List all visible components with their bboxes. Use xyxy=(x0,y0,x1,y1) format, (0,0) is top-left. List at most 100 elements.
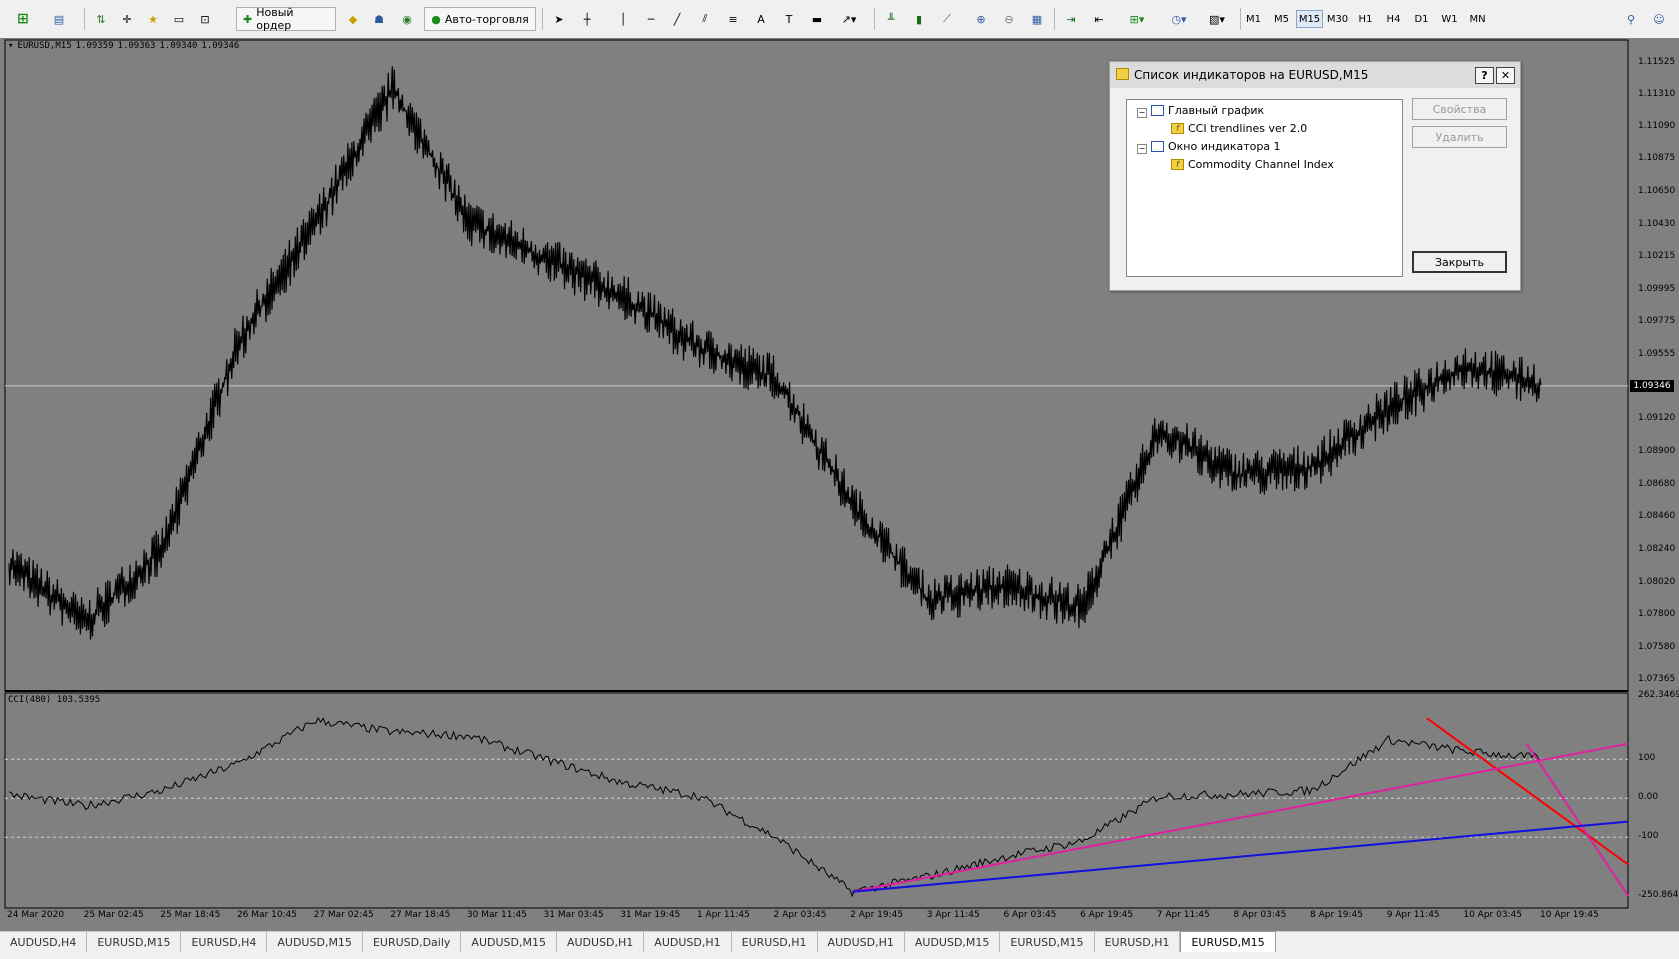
timeframe-m1[interactable]: M1 xyxy=(1240,10,1267,28)
vertical-line-button[interactable]: │ xyxy=(612,7,634,31)
star-icon: ★ xyxy=(148,12,158,26)
price-tick-label: 1.11525 xyxy=(1638,56,1676,67)
label-button[interactable]: ▬ xyxy=(806,7,828,31)
trendline-icon: ╱ xyxy=(673,12,681,26)
terminal-button[interactable]: ▭ xyxy=(168,7,190,31)
price-tick-label: 1.07800 xyxy=(1638,609,1676,620)
templates-button[interactable]: ▧▾ xyxy=(1200,7,1234,31)
chart-tab[interactable]: EURUSD,M15 xyxy=(87,932,182,952)
indicators-tree[interactable]: − Главный график f CCI trendlines ver 2.0… xyxy=(1126,99,1403,277)
new-order-button[interactable]: ✚ Новый ордер xyxy=(236,6,336,32)
market-watch-icon: ⇅ xyxy=(96,12,106,26)
metaeditor-button[interactable]: ◆ xyxy=(342,7,364,31)
bar-chart-button[interactable]: ╨ xyxy=(880,7,902,31)
search-button[interactable]: ⚲ xyxy=(1620,7,1642,31)
chart-shift-button[interactable]: ⇤ xyxy=(1088,7,1110,31)
timeframe-d1[interactable]: D1 xyxy=(1408,10,1435,28)
tile-windows-button[interactable]: ▦ xyxy=(1026,7,1048,31)
chart-tab[interactable]: EURUSD,Daily xyxy=(363,932,462,952)
collapse-icon[interactable]: − xyxy=(1137,108,1147,118)
chart-tab[interactable]: AUDUSD,H1 xyxy=(818,932,905,952)
channel-button[interactable]: ⫽ xyxy=(694,7,716,31)
time-tick-label: 1 Apr 11:45 xyxy=(696,910,750,920)
candle-chart-icon: ▮ xyxy=(915,12,923,26)
signals-button[interactable]: ☗ xyxy=(368,7,390,31)
timeframe-mn[interactable]: MN xyxy=(1464,10,1491,28)
market-button[interactable]: ◉ xyxy=(396,7,418,31)
price-tick-label: 1.08680 xyxy=(1638,478,1676,489)
tree-node-label: Окно индикатора 1 xyxy=(1168,140,1281,153)
timeframe-m5[interactable]: M5 xyxy=(1268,10,1295,28)
tree-node-main-chart[interactable]: Главный график xyxy=(1151,104,1264,117)
data-window-button[interactable]: ✛ xyxy=(116,7,138,31)
timeframe-m15[interactable]: M15 xyxy=(1296,10,1323,28)
timeframe-h4[interactable]: H4 xyxy=(1380,10,1407,28)
navigator-button[interactable]: ★ xyxy=(142,7,164,31)
chart-tab[interactable]: EURUSD,M15 xyxy=(1000,932,1095,952)
text-label-button[interactable]: T xyxy=(778,7,800,31)
crosshair-tool-button[interactable]: ┼ xyxy=(576,7,598,31)
chart-tab[interactable]: AUDUSD,H1 xyxy=(644,932,732,952)
auto-trading-icon: ● xyxy=(431,12,441,26)
line-chart-button[interactable]: ⟋ xyxy=(936,7,958,31)
close-button[interactable]: Закрыть xyxy=(1412,251,1507,273)
price-tick-label: 1.08240 xyxy=(1638,543,1676,554)
chart-tab[interactable]: AUDUSD,M15 xyxy=(461,932,557,952)
crosshair-icon: ┼ xyxy=(583,12,591,26)
tree-node-cci-trendlines[interactable]: f CCI trendlines ver 2.0 xyxy=(1171,122,1307,135)
horizontal-line-button[interactable]: ─ xyxy=(640,7,662,31)
auto-scroll-button[interactable]: ⇥ xyxy=(1060,7,1082,31)
new-chart-icon: ⊞ xyxy=(17,11,29,27)
timeframe-w1[interactable]: W1 xyxy=(1436,10,1463,28)
current-price-tag: 1.09346 xyxy=(1630,379,1674,392)
collapse-icon[interactable]: − xyxy=(1137,144,1147,154)
tree-node-indicator-window[interactable]: Окно индикатора 1 xyxy=(1151,140,1281,153)
crosshair-icon: ✛ xyxy=(122,12,132,26)
timeframe-m30[interactable]: M30 xyxy=(1324,10,1351,28)
market-watch-button[interactable]: ⇅ xyxy=(90,7,112,31)
account-button[interactable]: ☺ xyxy=(1648,7,1670,31)
dialog-titlebar[interactable]: Список индикаторов на EURUSD,M15 ? ✕ xyxy=(1110,62,1520,88)
arrows-button[interactable]: ↗▾ xyxy=(834,7,864,31)
new-chart-button[interactable]: ⊞ xyxy=(8,7,38,31)
delete-button[interactable]: Удалить xyxy=(1412,126,1507,148)
chart-tab[interactable]: AUDUSD,M15 xyxy=(905,932,1001,952)
zoom-in-button[interactable]: ⊕ xyxy=(970,7,992,31)
chart-tab[interactable]: AUDUSD,M15 xyxy=(267,932,363,952)
zoom-out-button[interactable]: ⊖ xyxy=(998,7,1020,31)
cursor-tool-button[interactable]: ➤ xyxy=(548,7,570,31)
ohlc-low: 1.09340 xyxy=(159,41,198,51)
tester-button[interactable]: ⊡ xyxy=(194,7,216,31)
text-icon: A xyxy=(757,12,765,26)
channel-icon: ⫽ xyxy=(702,12,708,25)
tree-node-cci[interactable]: f Commodity Channel Index xyxy=(1171,158,1334,171)
time-tick-label: 6 Apr 03:45 xyxy=(1003,910,1057,920)
trendline-button[interactable]: ╱ xyxy=(666,7,688,31)
periods-button[interactable]: ◷▾ xyxy=(1162,7,1196,31)
chart-tab[interactable]: AUDUSD,H1 xyxy=(557,932,645,952)
chart-tab[interactable]: EURUSD,M15 xyxy=(1180,931,1276,953)
chart-shift-icon: ⇤ xyxy=(1094,12,1104,26)
indicators-button[interactable]: ⊞▾ xyxy=(1120,7,1154,31)
cci-trendline xyxy=(852,820,1629,893)
chart-tab[interactable]: EURUSD,H1 xyxy=(1095,932,1181,952)
price-tick-label: 1.09555 xyxy=(1638,348,1676,359)
chart-tab[interactable]: EURUSD,H4 xyxy=(181,932,268,952)
chart-menu-icon: ▾ xyxy=(8,41,14,51)
ohlc-open: 1.09359 xyxy=(75,41,114,51)
chart-tab[interactable]: AUDUSD,H4 xyxy=(0,932,88,952)
auto-trading-button[interactable]: ● Авто-торговля xyxy=(424,7,536,31)
properties-button[interactable]: Свойства xyxy=(1412,98,1507,120)
candle-chart-button[interactable]: ▮ xyxy=(908,7,930,31)
close-icon[interactable]: ✕ xyxy=(1496,67,1515,84)
profiles-button[interactable]: ▤ xyxy=(44,7,74,31)
text-tool-button[interactable]: A xyxy=(750,7,772,31)
tree-node-label: CCI trendlines ver 2.0 xyxy=(1188,122,1308,135)
price-tick-label: 1.09120 xyxy=(1638,413,1676,424)
timeframe-h1[interactable]: H1 xyxy=(1352,10,1379,28)
fibonacci-button[interactable]: ≡ xyxy=(722,7,744,31)
chart-tab[interactable]: EURUSD,H1 xyxy=(732,932,818,952)
time-tick-label: 25 Mar 02:45 xyxy=(83,910,144,920)
price-tick-label: 1.08020 xyxy=(1638,576,1676,587)
help-button[interactable]: ? xyxy=(1475,67,1494,84)
